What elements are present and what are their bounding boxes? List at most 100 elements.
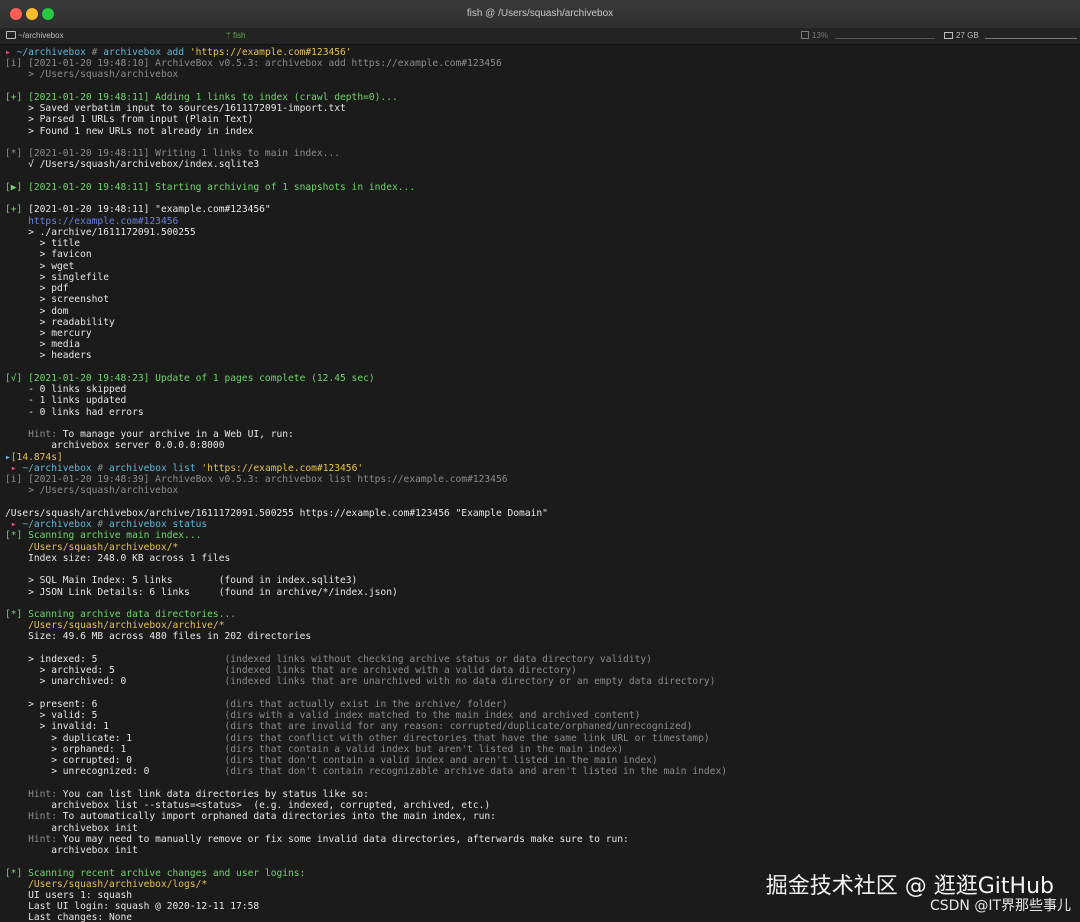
terminal-text-segment: > headers	[5, 350, 92, 362]
terminal-line: archivebox init	[5, 823, 138, 834]
terminal-text-segment: ~/archivebox	[16, 47, 92, 58]
terminal-text-segment: (indexed links without checking archive …	[224, 653, 652, 665]
tab-current-directory[interactable]: ~/archivebox	[6, 31, 64, 40]
terminal-line: ▸[14.874s]	[5, 452, 63, 463]
terminal-line: [√] [2021-01-20 19:48:23] Update of 1 pa…	[5, 373, 375, 384]
terminal-line: archivebox list --status=<status> (e.g. …	[5, 800, 490, 811]
terminal-line: > /Users/squash/archivebox	[5, 69, 178, 80]
terminal-line: √ /Users/squash/archivebox/index.sqlite3	[5, 159, 259, 170]
terminal-text-segment: (dirs that contain a valid index but are…	[224, 743, 624, 755]
terminal-line: ▸ ~/archivebox # archivebox status	[5, 519, 207, 530]
terminal-text-segment: > corrupted: 0	[5, 755, 225, 767]
terminal-text-segment: [i] [2021-01-20 19:48:39] ArchiveBox v0.…	[5, 474, 508, 486]
tab-dir-label: ~/archivebox	[18, 31, 64, 40]
terminal-text-segment: archivebox add	[103, 47, 190, 58]
terminal-line: > screenshot	[5, 294, 109, 305]
terminal-line: [*] Scanning archive main index...	[5, 530, 201, 541]
terminal-line: > Parsed 1 URLs from input (Plain Text)	[5, 114, 253, 125]
cpu-value: 13%	[812, 31, 829, 40]
terminal-line: Hint: To manage your archive in a Web UI…	[5, 429, 294, 440]
terminal-text-segment: You can list link data directories by st…	[62, 788, 369, 800]
terminal-text-segment: > media	[5, 339, 81, 351]
terminal-text-segment: Hint:	[5, 788, 63, 800]
terminal-text-segment: > unrecognized: 0	[5, 766, 225, 778]
tab-process[interactable]: ᛘ fish	[226, 31, 245, 40]
terminal-line: > title	[5, 238, 80, 249]
terminal-text-segment: > indexed: 5	[5, 653, 225, 665]
terminal-line: [▶] [2021-01-20 19:48:11] Starting archi…	[5, 182, 415, 193]
memory-value: 27 GB	[956, 31, 979, 40]
terminal-line: Size: 49.6 MB across 480 files in 202 di…	[5, 631, 311, 642]
terminal-line: > JSON Link Details: 6 links (found in a…	[5, 587, 398, 598]
terminal-text-segment: [*] Scanning archive main index...	[5, 530, 202, 542]
terminal-text-segment: Hint:	[5, 811, 63, 823]
terminal-text-segment: [*] [2021-01-20 19:48:11] Writing 1 link…	[5, 148, 341, 160]
terminal-output[interactable]: ▸ ~/archivebox # archivebox add 'https:/…	[0, 45, 1080, 922]
terminal-text-segment: archivebox list	[108, 462, 202, 474]
terminal-text-segment: (dirs with a valid index matched to the …	[224, 710, 641, 722]
terminal-line: archivebox init	[5, 845, 138, 856]
terminal-line: > ./archive/1611172091.500255	[5, 227, 196, 238]
terminal-text-segment: /Users/squash/archivebox/*	[5, 541, 179, 553]
terminal-line: Index size: 248.0 KB across 1 files	[5, 553, 230, 564]
window-titlebar: fish @ /Users/squash/archivebox	[0, 0, 1080, 29]
window-title: fish @ /Users/squash/archivebox	[466, 8, 614, 19]
terminal-text-segment: /Users/squash/archivebox/logs/*	[5, 878, 208, 890]
terminal-line: - 0 links had errors	[5, 407, 144, 418]
terminal-text-segment: > Saved verbatim input to sources/161117…	[5, 103, 346, 115]
terminal-line: > media	[5, 339, 80, 350]
terminal-text-segment: /Users/squash/archivebox/archive/1611172…	[5, 507, 548, 519]
terminal-line: > archived: 5 (indexed links that are ar…	[5, 665, 577, 676]
terminal-text-segment: ~/archivebox	[22, 519, 98, 531]
terminal-line: - 0 links skipped	[5, 384, 126, 395]
terminal-line: [+] [2021-01-20 19:48:11] Adding 1 links…	[5, 92, 398, 103]
terminal-text-segment: > title	[5, 238, 81, 250]
terminal-text-segment: √ /Users/squash/archivebox/index.sqlite3	[5, 159, 260, 171]
terminal-text-segment: > dom	[5, 305, 69, 317]
watermark-sub: CSDN @IT界那些事儿	[929, 898, 1071, 914]
cpu-indicator: 13%	[801, 31, 828, 40]
terminal-text-segment: (dirs that conflict with other directori…	[224, 732, 710, 744]
terminal-line: > readability	[5, 317, 115, 328]
memory-icon	[944, 32, 953, 39]
terminal-text-segment: > JSON Link Details: 6 links (found in a…	[5, 586, 398, 598]
cpu-chip-icon	[801, 31, 809, 39]
terminal-text-segment: archivebox server 0.0.0.0:8000	[5, 440, 225, 452]
terminal-text-segment: > screenshot	[5, 294, 109, 306]
memory-meter	[985, 38, 1077, 39]
terminal-text-segment: ▸	[5, 462, 23, 474]
terminal-text-segment: > /Users/squash/archivebox	[5, 485, 179, 497]
terminal-text-segment: > ./archive/1611172091.500255	[5, 226, 196, 238]
terminal-text-segment: Index size: 248.0 KB across 1 files	[5, 552, 231, 564]
terminal-line: > invalid: 1 (dirs that are invalid for …	[5, 721, 693, 733]
terminal-text-segment: > invalid: 1	[5, 721, 225, 733]
terminal-line: > valid: 5 (dirs with a valid index matc…	[5, 710, 641, 722]
terminal-text-segment: - 0 links had errors	[5, 406, 144, 418]
terminal-text-segment: [14.874s]	[10, 451, 63, 463]
terminal-line: /Users/squash/archivebox/archive/1611172…	[5, 508, 548, 519]
terminal-text-segment: > mercury	[5, 328, 92, 339]
terminal-text-segment: To manage your archive in a Web UI, run:	[62, 429, 294, 441]
terminal-text-segment: [2021-01-20 19:48:11] "example.com#12345…	[28, 204, 271, 216]
terminal-text-segment: ▸	[5, 519, 23, 531]
terminal-text-segment: #	[97, 462, 109, 474]
terminal-line: - 1 links updated	[5, 395, 126, 406]
terminal-line: > /Users/squash/archivebox	[5, 485, 178, 496]
terminal-line: > duplicate: 1 (dirs that conflict with …	[5, 732, 710, 744]
terminal-text-segment: #	[97, 519, 109, 531]
terminal-text-segment: (dirs that don't contain recognizable ar…	[224, 766, 728, 778]
terminal-text-segment: #	[91, 47, 104, 58]
terminal-line: > Saved verbatim input to sources/161117…	[5, 103, 346, 114]
terminal-text-segment: > valid: 5	[5, 710, 225, 722]
terminal-text-segment: (dirs that don't contain a valid index a…	[224, 755, 658, 767]
terminal-text-segment: To automatically import orphaned data di…	[62, 811, 496, 823]
terminal-line: UI users 1: squash	[5, 890, 132, 901]
terminal-line: > present: 6 (dirs that actually exist i…	[5, 698, 507, 710]
terminal-text-segment: > present: 6	[5, 698, 225, 710]
terminal-text-segment: Last UI login: squash @ 2020-12-11 17:58	[5, 901, 260, 913]
terminal-line: /Users/squash/archivebox/*	[5, 542, 178, 553]
terminal-line: > favicon	[5, 249, 92, 260]
terminal-text-segment: [i] [2021-01-20 19:48:10] ArchiveBox v0.…	[5, 58, 502, 70]
terminal-text-segment: - 1 links updated	[5, 395, 127, 407]
terminal-text-segment: [*] Scanning archive data directories...	[5, 609, 237, 620]
